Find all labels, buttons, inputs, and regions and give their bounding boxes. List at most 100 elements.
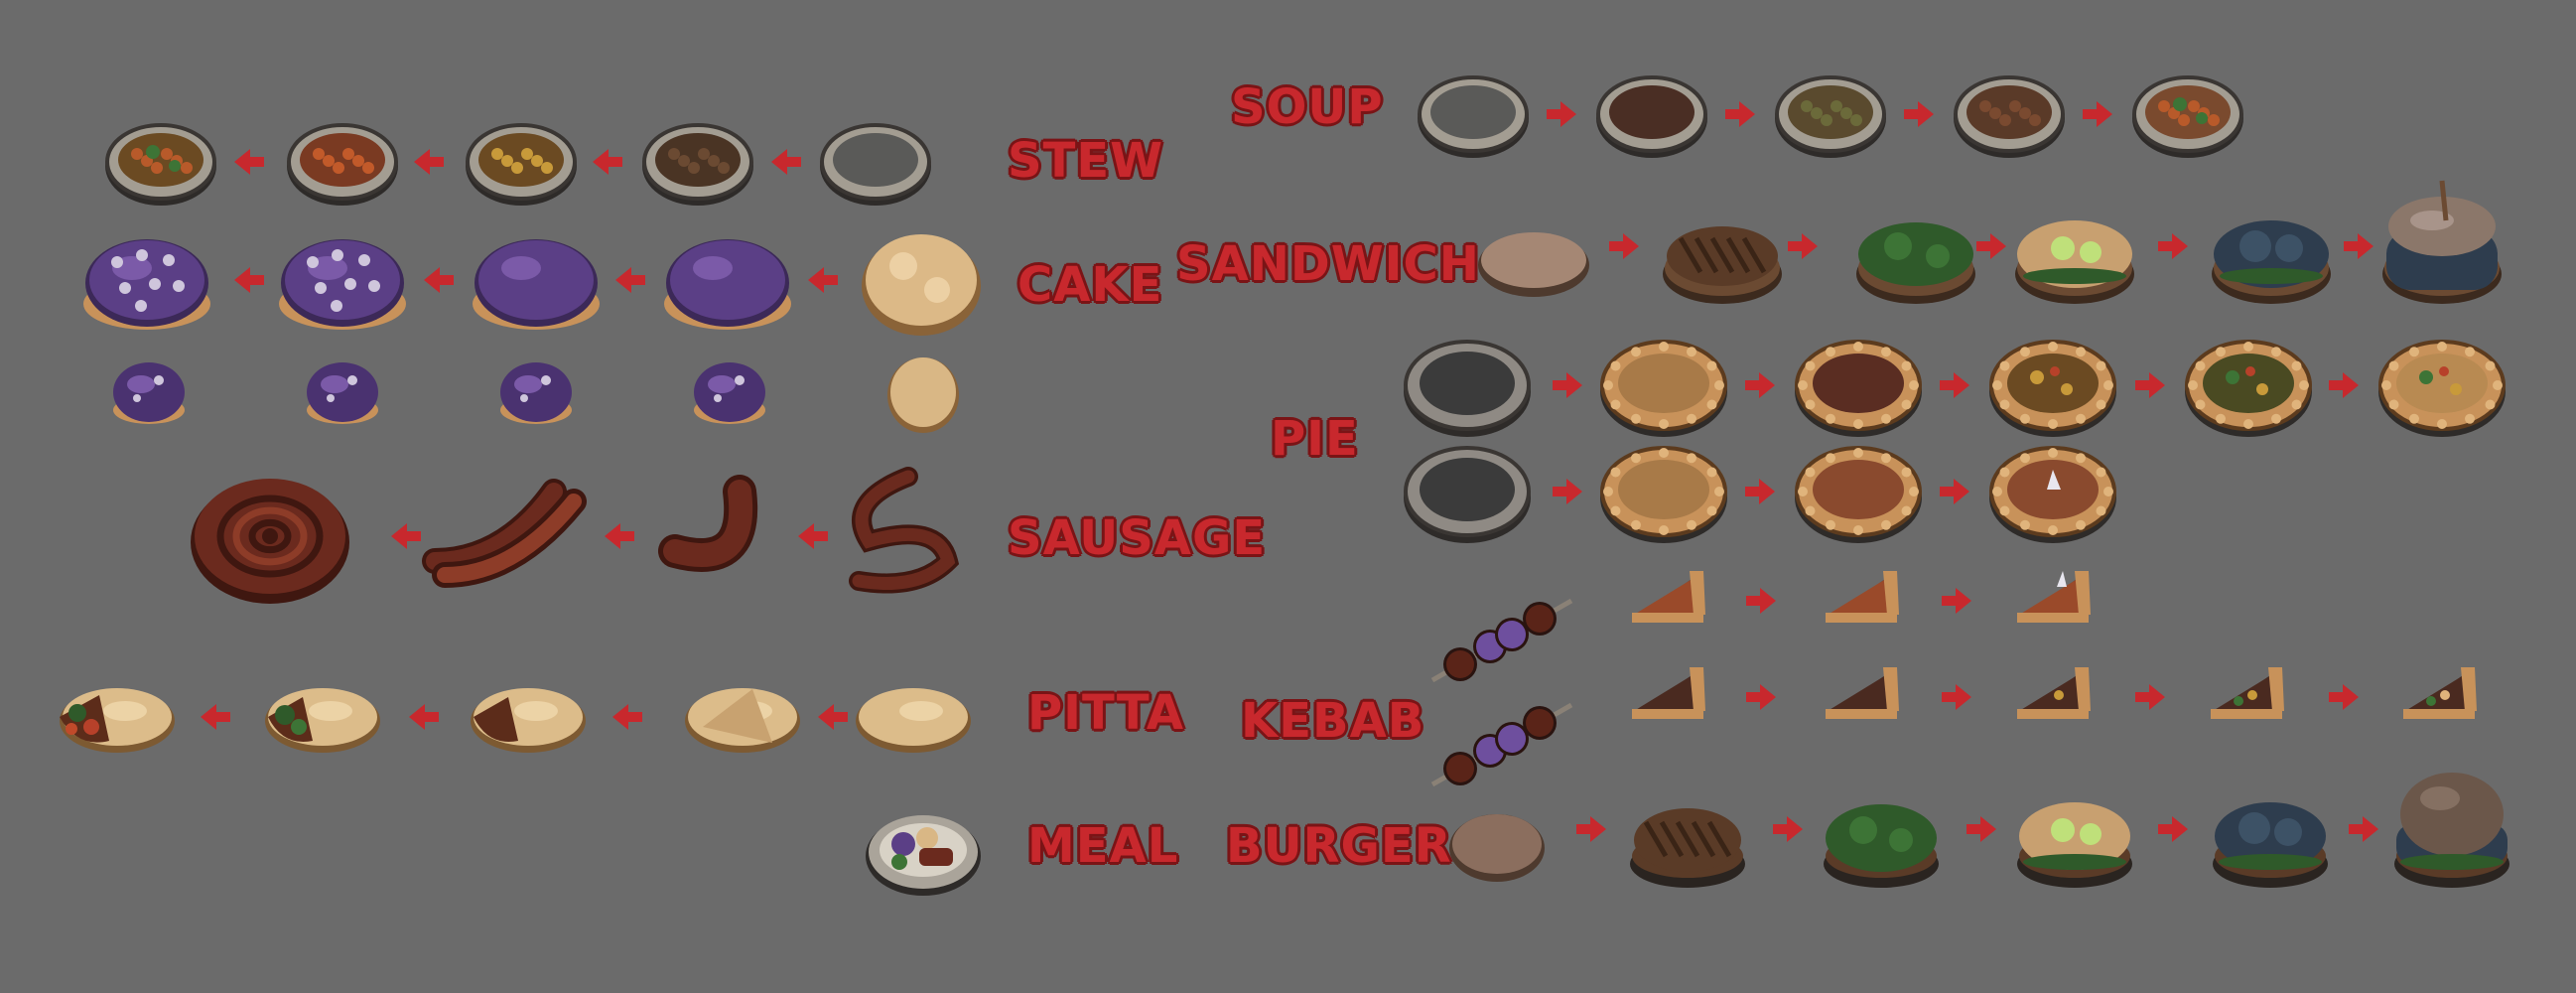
cake-icon — [500, 362, 572, 424]
arrow-icon — [2158, 233, 2188, 259]
arrow-icon — [409, 704, 439, 730]
pie-slice-icon — [2017, 667, 2091, 719]
arrow-icon — [798, 523, 828, 549]
arrow-icon — [1966, 816, 1996, 842]
sausage-icon — [849, 467, 960, 594]
burger-icon — [1630, 808, 1745, 888]
arrow-icon — [391, 523, 421, 549]
arrow-icon — [1773, 816, 1803, 842]
pitta-icon — [685, 688, 800, 753]
cake-icon — [307, 362, 378, 424]
sandwich-icon — [2212, 220, 2331, 304]
burger-icon — [2017, 802, 2132, 888]
kebab-icon — [1430, 702, 1573, 787]
arrow-icon — [1609, 233, 1639, 259]
arrow-icon — [2158, 816, 2188, 842]
cake-icon — [473, 239, 600, 330]
arrow-icon — [1553, 372, 1582, 398]
pie-slice-icon — [1632, 667, 1705, 719]
cake-icon — [862, 234, 981, 336]
arrow-icon — [424, 267, 454, 293]
arrow-icon — [2349, 816, 2378, 842]
arrow-icon — [1746, 588, 1776, 614]
arrow-icon — [2135, 372, 2165, 398]
burger-icon — [2394, 773, 2509, 888]
sandwich-icon — [1856, 222, 1975, 304]
burger-icon — [2213, 802, 2328, 888]
arrow-icon — [808, 267, 838, 293]
pie-slice-icon — [2403, 667, 2477, 719]
arrow-icon — [1745, 479, 1775, 504]
cake-icon — [664, 239, 791, 330]
arrow-icon — [2329, 684, 2359, 710]
arrow-icon — [1745, 372, 1775, 398]
sandwich-icon — [1663, 226, 1782, 304]
cake-icon — [694, 362, 765, 424]
bowl-icon — [287, 123, 398, 206]
kebab-icon — [1430, 598, 1573, 683]
sandwich-icon — [2015, 220, 2134, 304]
arrow-icon — [1788, 233, 1818, 259]
pie-slice-icon — [2017, 571, 2091, 623]
arrow-icon — [414, 149, 444, 175]
pitta-icon — [856, 688, 971, 753]
bowl-icon — [2132, 75, 2243, 158]
arrow-icon — [1576, 816, 1606, 842]
arrow-icon — [1942, 684, 1971, 710]
pie-icon — [2378, 340, 2506, 437]
arrow-icon — [615, 267, 645, 293]
bowl-icon — [820, 123, 931, 206]
pie-icon — [1989, 446, 2116, 543]
pie-slice-icon — [1826, 571, 1899, 623]
bowl-icon — [1775, 75, 1886, 158]
arrow-icon — [234, 149, 264, 175]
arrow-icon — [1746, 684, 1776, 710]
arrow-icon — [771, 149, 801, 175]
arrow-icon — [234, 267, 264, 293]
cake-icon — [887, 357, 959, 433]
bowl-icon — [105, 123, 216, 206]
pie-icon — [1404, 446, 1531, 543]
meal-plate-icon — [866, 815, 981, 896]
arrow-icon — [2135, 684, 2165, 710]
pie-slice-icon — [1632, 571, 1705, 623]
pie-icon — [1600, 340, 1727, 437]
arrow-icon — [2344, 233, 2373, 259]
arrow-icon — [1942, 588, 1971, 614]
arrow-icon — [201, 704, 230, 730]
pie-icon — [2185, 340, 2312, 437]
pitta-icon — [471, 688, 586, 753]
sausage-icon — [658, 475, 758, 572]
arrow-icon — [2329, 372, 2359, 398]
arrow-icon — [1940, 479, 1969, 504]
arrow-icon — [605, 523, 634, 549]
arrow-icon — [612, 704, 642, 730]
pie-icon — [1989, 340, 2116, 437]
bowl-icon — [1418, 75, 1529, 158]
pie-slice-icon — [1826, 667, 1899, 719]
cake-icon — [279, 239, 406, 330]
arrow-icon — [1904, 101, 1934, 127]
burger-icon — [1824, 804, 1939, 888]
pitta-icon — [265, 688, 380, 753]
recipe-sprite-sheet — [60, 75, 2509, 896]
sausage-icon — [191, 479, 349, 604]
bowl-icon — [466, 123, 577, 206]
pie-icon — [1600, 446, 1727, 543]
bowl-icon — [1954, 75, 2065, 158]
burger-icon — [1449, 814, 1545, 882]
arrow-icon — [1547, 101, 1576, 127]
pie-icon — [1404, 340, 1531, 437]
pie-slice-icon — [2211, 667, 2284, 719]
arrow-icon — [818, 704, 848, 730]
bowl-icon — [1596, 75, 1707, 158]
pie-icon — [1795, 446, 1922, 543]
bowl-icon — [642, 123, 753, 206]
cake-icon — [83, 239, 210, 330]
arrow-icon — [1725, 101, 1755, 127]
arrow-icon — [1553, 479, 1582, 504]
sandwich-icon — [1478, 232, 1589, 297]
arrow-icon — [1940, 372, 1969, 398]
cake-icon — [113, 362, 185, 424]
arrow-icon — [593, 149, 622, 175]
